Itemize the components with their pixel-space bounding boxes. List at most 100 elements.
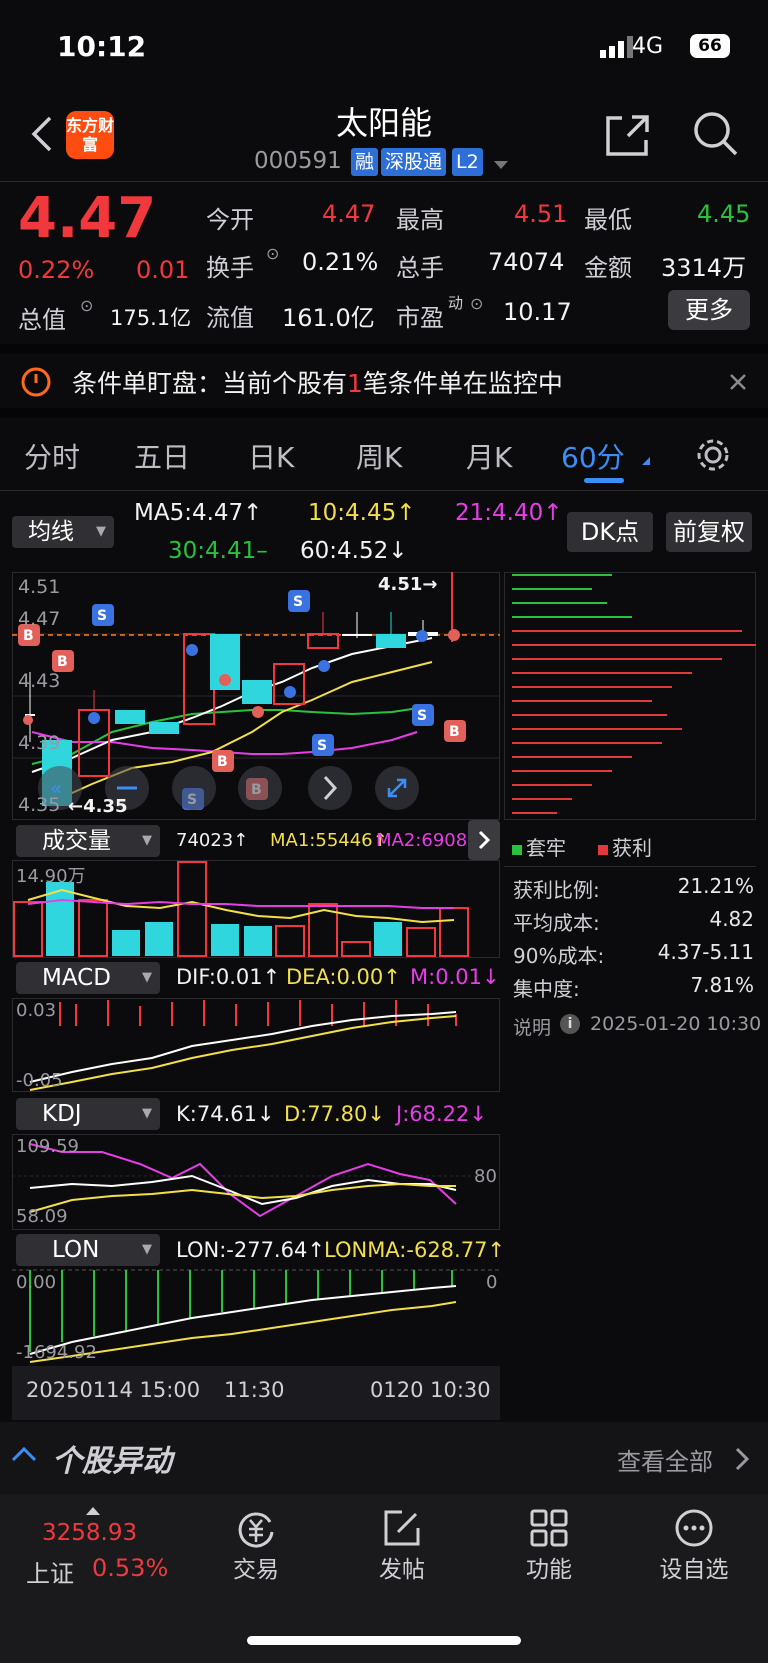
tab-daily-k[interactable]: 日K <box>248 436 294 476</box>
legend-profit: 获利 <box>598 832 652 861</box>
kdj-j: J:68.22↓ <box>396 1102 487 1126</box>
stock-name: 太阳能 <box>335 104 432 142</box>
info-icon[interactable]: i <box>560 1014 580 1034</box>
chip-divider <box>504 866 756 867</box>
kdj-ref-80: 80 <box>474 1166 497 1187</box>
info-icon[interactable]: ⊙ <box>470 294 483 313</box>
svg-text:B: B <box>57 654 68 670</box>
concentration-value: 7.81% <box>690 973 754 997</box>
tab-monthly-k[interactable]: 月K <box>466 436 512 476</box>
search-icon[interactable] <box>692 110 740 162</box>
chip-note-label[interactable]: 说明 <box>513 1013 551 1040</box>
volume-ma1: MA1:55446↑ <box>270 830 388 851</box>
ma10-value: 10:4.45↑ <box>308 500 416 526</box>
volume-axis-top: 14.90万 <box>16 866 86 887</box>
lonma-value: LONMA:-628.77↑ <box>324 1238 506 1262</box>
ma-selector-label: 均线 <box>28 519 74 545</box>
function-icon[interactable] <box>529 1508 569 1548</box>
close-icon[interactable] <box>728 372 748 396</box>
volume-selector-label: 成交量 <box>42 828 111 854</box>
kdj-chart <box>12 1134 500 1230</box>
more-button[interactable]: 更多 <box>668 290 750 330</box>
volume-selector[interactable]: 成交量 ▼ <box>16 825 160 857</box>
signal-icon <box>600 36 634 62</box>
avg-cost-label: 平均成本: <box>513 911 600 935</box>
legend-profit-label: 获利 <box>612 836 652 860</box>
macd-m: M:0.01↓ <box>410 965 500 989</box>
index-name[interactable]: 上证 <box>26 1554 74 1589</box>
kline-axis-4: 4.39 <box>18 732 61 754</box>
index-up-arrow-icon <box>86 1500 100 1519</box>
nav-watchlist[interactable]: 设自选 <box>644 1550 744 1584</box>
adjust-button[interactable]: 前复权 <box>666 512 752 552</box>
svg-text:S: S <box>293 594 303 610</box>
macd-selector-label: MACD <box>42 965 111 991</box>
kline-high-mark: 4.51→ <box>378 574 438 595</box>
tab-60min[interactable]: 60分 <box>561 436 625 476</box>
chevron-up-icon[interactable] <box>10 1444 38 1468</box>
svg-text:S: S <box>417 708 427 724</box>
tab-five-day[interactable]: 五日 <box>134 436 190 476</box>
chip-note-time: 2025-01-20 10:30 <box>590 1013 762 1035</box>
home-indicator[interactable] <box>247 1636 521 1645</box>
kline-low-mark: ←4.35 <box>68 796 128 817</box>
dk-point-label: DK点 <box>580 518 640 546</box>
lon-value: LON:-277.64↑ <box>176 1238 325 1262</box>
more-options-icon[interactable] <box>674 1508 714 1548</box>
trade-icon[interactable] <box>236 1508 276 1548</box>
settings-icon[interactable] <box>695 437 731 477</box>
mcap-label: 总值 <box>18 306 66 334</box>
svg-text:B: B <box>449 724 460 740</box>
kdj-d: D:77.80↓ <box>284 1102 385 1126</box>
header-divider <box>0 181 768 182</box>
expand-right-button[interactable] <box>468 820 500 860</box>
tab-active-indicator <box>584 478 624 483</box>
index-value[interactable]: 3258.93 <box>42 1520 137 1546</box>
nav-post[interactable]: 发帖 <box>352 1550 452 1584</box>
kdj-axis-bottom: 58.09 <box>16 1206 68 1227</box>
time-axis-right: 0120 10:30 <box>370 1378 491 1402</box>
tab-caret-icon <box>642 450 650 469</box>
volume-label: 总手 <box>396 254 444 282</box>
nav-trade[interactable]: 交易 <box>206 1550 306 1584</box>
ma21-value: 21:4.40↑ <box>455 500 563 526</box>
ma60-value: 60:4.52↓ <box>300 538 408 564</box>
open-value: 4.47 <box>322 200 376 228</box>
badge-connect: 深股通 <box>381 148 447 176</box>
macd-selector[interactable]: MACD ▼ <box>16 962 160 994</box>
tab-intraday[interactable]: 分时 <box>24 436 80 476</box>
view-all-link[interactable]: 查看全部 <box>617 1442 713 1477</box>
float-label: 流值 <box>206 304 254 332</box>
kdj-selector[interactable]: KDJ ▼ <box>16 1098 160 1130</box>
nav-function[interactable]: 功能 <box>499 1550 599 1584</box>
kline-chart[interactable]: B B S S B S S B S B « <box>12 572 500 820</box>
alarm-icon <box>20 366 52 402</box>
tab-weekly-k[interactable]: 周K <box>356 436 402 476</box>
alert-prefix: 条件单盯盘：当前个股有 <box>72 369 348 398</box>
cost-90-label: 90%成本: <box>513 944 605 968</box>
macd-axis-bottom: -0.05 <box>16 1070 63 1091</box>
dropdown-caret-icon[interactable] <box>494 156 508 175</box>
lon-selector[interactable]: LON ▼ <box>16 1234 160 1266</box>
news-title: 个股异动 <box>52 1444 172 1479</box>
cost-90-value: 4.37-5.11 <box>657 940 754 964</box>
info-icon[interactable]: ⊙ <box>266 244 279 263</box>
kline-axis-bottom: 4.35 <box>18 794 61 816</box>
post-icon[interactable] <box>382 1508 422 1548</box>
share-icon[interactable] <box>604 112 650 162</box>
pe-sup: 动 <box>448 294 464 312</box>
dk-point-button[interactable]: DK点 <box>567 512 653 552</box>
high-label: 最高 <box>396 206 444 234</box>
alert-count: 1 <box>347 369 363 398</box>
kline-axis-3: 4.43 <box>18 670 61 692</box>
svg-text:S: S <box>317 738 327 754</box>
avg-cost-value: 4.82 <box>709 907 754 931</box>
chevron-right-icon[interactable] <box>734 1446 750 1476</box>
pe-value: 10.17 <box>503 298 572 326</box>
alert-suffix: 笔条件单在监控中 <box>362 369 563 398</box>
alert-text[interactable]: 条件单盯盘：当前个股有1笔条件单在监控中 <box>72 364 563 400</box>
mcap-value: 175.1亿 <box>110 306 192 330</box>
info-icon[interactable]: ⊙ <box>80 296 93 315</box>
ma-selector[interactable]: 均线 ▼ <box>12 516 114 548</box>
legend-trapped-swatch <box>512 845 522 855</box>
